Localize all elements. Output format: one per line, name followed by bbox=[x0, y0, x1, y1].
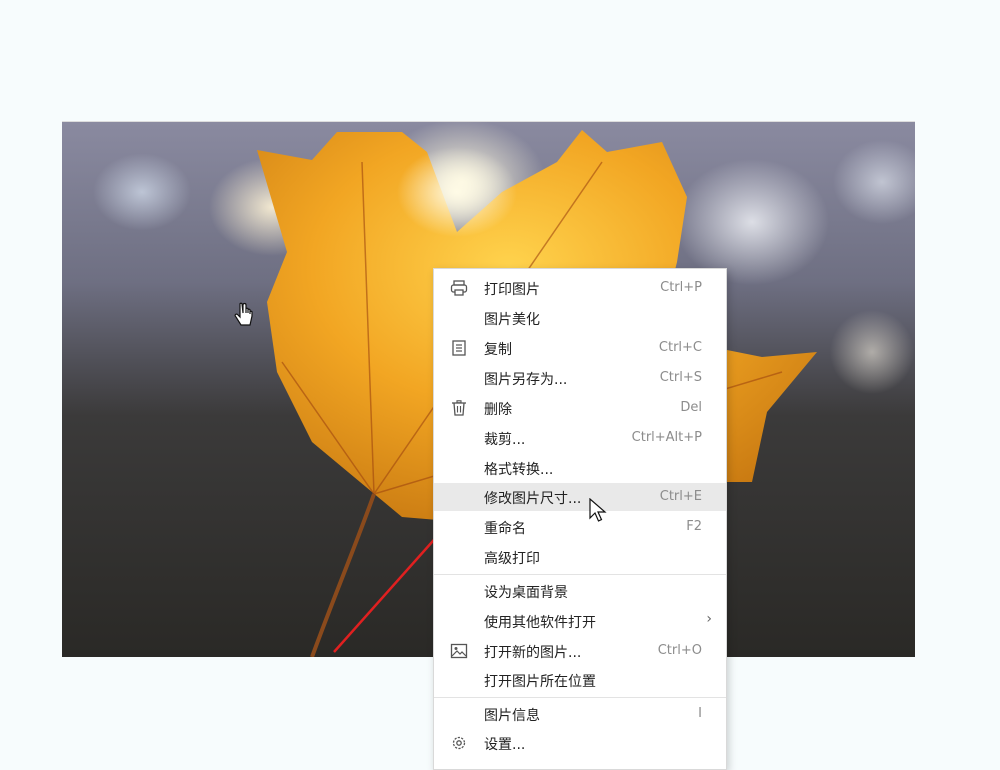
leaf-stem bbox=[310, 493, 376, 657]
menu-item-open-with[interactable]: 使用其他软件打开 › bbox=[434, 607, 726, 635]
menu-item-image-info[interactable]: 图片信息 I bbox=[434, 700, 726, 728]
menu-item-label: 打开图片所在位置 bbox=[484, 674, 596, 690]
menu-item-shortcut: Ctrl+C bbox=[658, 340, 702, 355]
menu-item-label: 设置... bbox=[484, 737, 526, 753]
context-menu: 打印图片 Ctrl+P 图片美化 复制 Ctrl+C 图片另存为... Ctrl… bbox=[433, 268, 727, 770]
menu-item-crop[interactable]: 裁剪... Ctrl+Alt+P bbox=[434, 424, 726, 452]
menu-item-shortcut: I bbox=[698, 706, 702, 721]
menu-item-open-new-image[interactable]: 打开新的图片... Ctrl+O bbox=[434, 637, 726, 665]
menu-item-print-image[interactable]: 打印图片 Ctrl+P bbox=[434, 274, 726, 302]
chevron-right-icon: › bbox=[706, 611, 712, 627]
menu-item-resize-image[interactable]: 修改图片尺寸... Ctrl+E bbox=[434, 483, 726, 522]
image-icon bbox=[450, 643, 468, 659]
menu-item-label: 裁剪... bbox=[484, 432, 526, 448]
menu-item-label: 使用其他软件打开 bbox=[484, 615, 596, 631]
menu-item-label: 删除 bbox=[484, 402, 512, 418]
menu-item-rename[interactable]: 重命名 F2 bbox=[434, 513, 726, 541]
menu-item-label: 设为桌面背景 bbox=[484, 585, 568, 601]
menu-item-label: 图片另存为... bbox=[484, 372, 568, 388]
menu-separator bbox=[434, 697, 726, 698]
menu-item-shortcut: Ctrl+P bbox=[660, 280, 702, 295]
menu-item-label: 高级打印 bbox=[484, 551, 540, 567]
menu-separator bbox=[434, 574, 726, 575]
menu-item-beautify-image[interactable]: 图片美化 bbox=[434, 304, 726, 332]
menu-item-shortcut: Ctrl+Alt+P bbox=[631, 430, 702, 445]
gear-icon bbox=[452, 736, 466, 750]
menu-item-label: 重命名 bbox=[484, 521, 526, 537]
menu-item-label: 打开新的图片... bbox=[484, 645, 582, 661]
menu-item-open-location[interactable]: 打开图片所在位置 bbox=[434, 666, 726, 694]
menu-item-copy[interactable]: 复制 Ctrl+C bbox=[434, 334, 726, 362]
menu-item-advanced-print[interactable]: 高级打印 bbox=[434, 543, 726, 571]
printer-icon bbox=[450, 280, 468, 296]
menu-item-label: 复制 bbox=[484, 342, 512, 358]
sun-glow bbox=[397, 147, 517, 237]
menu-item-label: 图片美化 bbox=[484, 312, 540, 328]
menu-item-label: 格式转换... bbox=[484, 462, 554, 478]
menu-item-shortcut: Ctrl+O bbox=[657, 643, 702, 658]
menu-item-shortcut: F2 bbox=[686, 519, 702, 534]
hand-pointer-icon bbox=[234, 302, 253, 326]
copy-icon bbox=[452, 340, 466, 356]
menu-item-save-as[interactable]: 图片另存为... Ctrl+S bbox=[434, 364, 726, 392]
menu-item-label: 图片信息 bbox=[484, 708, 540, 724]
trash-icon bbox=[452, 400, 466, 416]
menu-item-shortcut: Ctrl+E bbox=[659, 489, 702, 504]
menu-item-label: 打印图片 bbox=[484, 282, 540, 298]
menu-item-shortcut: Del bbox=[680, 400, 702, 415]
menu-item-settings[interactable]: 设置... bbox=[434, 729, 726, 757]
menu-item-shortcut: Ctrl+S bbox=[659, 370, 702, 385]
menu-item-format-convert[interactable]: 格式转换... bbox=[434, 454, 726, 482]
menu-item-delete[interactable]: 删除 Del bbox=[434, 394, 726, 422]
menu-item-label: 修改图片尺寸... bbox=[484, 491, 582, 507]
menu-item-set-wallpaper[interactable]: 设为桌面背景 bbox=[434, 577, 726, 605]
